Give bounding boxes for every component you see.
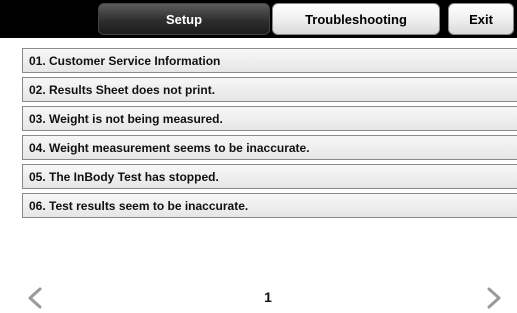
exit-button[interactable]: Exit: [448, 3, 514, 35]
chevron-right-icon: [487, 287, 501, 309]
chevron-left-icon: [28, 287, 42, 309]
list-item-customer-service[interactable]: 01. Customer Service Information: [22, 48, 517, 73]
top-bar: Setup Troubleshooting Exit: [0, 0, 517, 38]
list-item-weight-inaccurate[interactable]: 04. Weight measurement seems to be inacc…: [22, 135, 517, 160]
next-page-button[interactable]: [481, 287, 507, 309]
troubleshooting-list: 01. Customer Service Information 02. Res…: [22, 48, 517, 222]
page-number: 1: [264, 289, 272, 305]
list-item-results-sheet[interactable]: 02. Results Sheet does not print.: [22, 77, 517, 102]
list-item-weight-not-measured[interactable]: 03. Weight is not being measured.: [22, 106, 517, 131]
tab-troubleshooting[interactable]: Troubleshooting: [272, 3, 440, 35]
tab-setup[interactable]: Setup: [98, 3, 270, 35]
list-item-test-stopped[interactable]: 05. The InBody Test has stopped.: [22, 164, 517, 189]
list-item-results-inaccurate[interactable]: 06. Test results seem to be inaccurate.: [22, 193, 517, 218]
prev-page-button[interactable]: [22, 287, 48, 309]
